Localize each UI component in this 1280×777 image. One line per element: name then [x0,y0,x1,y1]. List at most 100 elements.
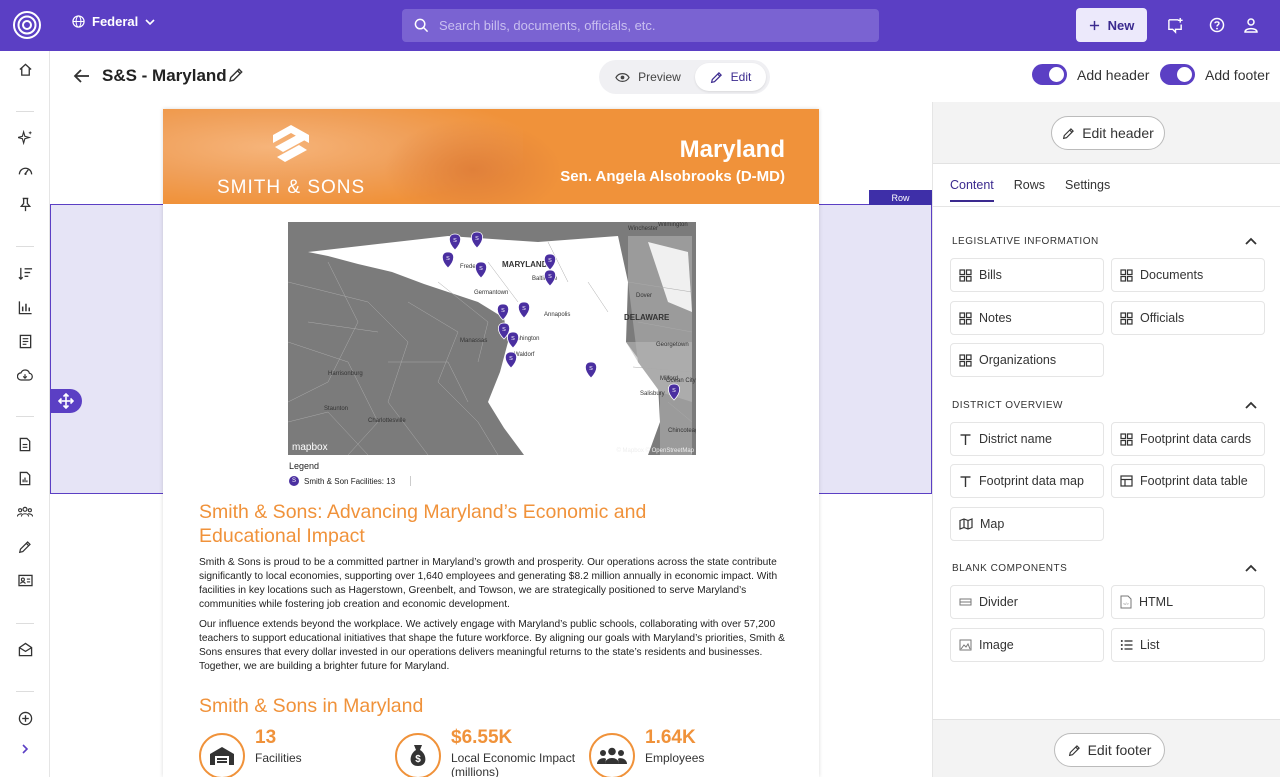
edit-header-button[interactable]: Edit header [1051,116,1165,150]
map-place-label: Waldorf [514,352,535,358]
svg-text:S: S [502,327,506,333]
map-place-label: Winchester [628,226,658,232]
file-chart-icon[interactable] [15,468,35,488]
tab-rows[interactable]: Rows [1014,178,1045,202]
component-image[interactable]: Image [950,628,1104,662]
map-place-label: Salisbury [640,391,665,397]
search-icon [414,18,429,33]
facility-pin[interactable]: S [496,303,510,321]
user-icon[interactable] [1241,15,1261,35]
pencil-icon[interactable] [15,537,35,557]
pencil-icon [710,71,722,83]
search-bar[interactable] [402,9,879,42]
section-title-blank: BLANK COMPONENTS [952,563,1068,574]
id-card-icon[interactable] [15,570,35,590]
facility-pin[interactable]: S [667,383,681,401]
image-icon [959,639,972,651]
add-footer-toggle[interactable] [1160,64,1195,85]
map-place-label: Harrisonburg [328,371,363,377]
paragraph-2: Our influence extends beyond the workpla… [199,619,785,672]
component-footprint-data-cards[interactable]: Footprint data cards [1111,422,1265,456]
edit-button[interactable]: Edit [695,63,766,91]
facility-pin[interactable]: S [470,231,484,249]
map-place-label: Dover [636,293,652,299]
row-tag[interactable]: Row [869,190,932,205]
panel-header: Edit header [933,102,1280,164]
stat-value: $6.55K [451,727,513,748]
svg-text:S: S [479,266,483,272]
component-bills[interactable]: Bills [950,258,1104,292]
facility-pin[interactable]: S [517,301,531,319]
document-list-icon[interactable] [15,331,35,351]
component-html[interactable]: </> HTML [1111,585,1265,619]
component-officials[interactable]: Officials [1111,301,1265,335]
pencil-icon [1068,744,1080,756]
chevron-up-icon[interactable] [1243,560,1259,576]
facility-pin[interactable]: S [474,261,488,279]
left-rail [0,51,50,777]
senator-name: Sen. Angela Alsobrooks (D-MD) [560,168,785,185]
add-header-toggle[interactable] [1032,64,1067,85]
people-icon[interactable] [15,502,35,522]
component-footprint-data-table[interactable]: Footprint data table [1111,464,1265,498]
globe-icon [72,15,85,28]
move-icon [58,393,74,409]
facility-pin[interactable]: S [441,251,455,269]
cloud-download-icon[interactable] [15,365,35,385]
component-documents[interactable]: Documents [1111,258,1265,292]
sort-icon[interactable] [15,263,35,283]
header-banner[interactable]: SMITH & SONS Maryland Sen. Angela Alsobr… [163,109,819,204]
map-place-label: Staunton [324,406,348,412]
component-organizations[interactable]: Organizations [950,343,1104,377]
facility-pin[interactable]: S [506,331,520,349]
edit-title-pencil-icon[interactable] [228,67,244,83]
svg-text:S: S [453,238,457,244]
facility-pin[interactable]: S [584,361,598,379]
grid-icon [959,268,972,282]
component-divider[interactable]: Divider [950,585,1104,619]
preview-button[interactable]: Preview [603,63,693,91]
add-circle-icon[interactable] [15,708,35,728]
new-button[interactable]: New [1076,8,1147,42]
component-notes[interactable]: Notes [950,301,1104,335]
home-icon[interactable] [15,59,35,79]
help-icon[interactable] [1207,15,1227,35]
facility-pin[interactable]: S [448,233,462,251]
component-footprint-data-map[interactable]: Footprint data map [950,464,1104,498]
back-arrow-icon[interactable] [72,66,92,86]
panel-tabs: Content Rows Settings [950,178,1110,202]
section-title-legislative: LEGISLATIVE INFORMATION [952,236,1099,247]
grid-icon [959,311,972,325]
chevron-right-icon[interactable] [15,739,35,759]
move-handle[interactable] [50,389,82,413]
document-page: SMITH & SONS Maryland Sen. Angela Alsobr… [163,109,819,777]
jurisdiction-selector[interactable]: Federal [72,14,155,29]
feedback-icon[interactable] [1165,15,1185,35]
tab-settings[interactable]: Settings [1065,178,1110,202]
file-icon[interactable] [15,434,35,454]
facility-pin[interactable]: S [543,269,557,287]
map-attribution[interactable]: © Mapbox © OpenStreetMap [616,448,694,454]
facilities-map[interactable]: FrederickBaltimoreGermantownAnnapolisWas… [288,222,696,455]
map-place-label: Ocean City [666,378,696,384]
jurisdiction-label: Federal [92,14,139,29]
bar-chart-icon[interactable] [15,297,35,317]
chevron-up-icon[interactable] [1243,397,1259,413]
search-input[interactable] [439,18,859,33]
map-region-label: MARYLAND [502,260,548,269]
component-map[interactable]: Map [950,507,1104,541]
component-list[interactable]: List [1111,628,1265,662]
edit-footer-button[interactable]: Edit footer [1054,733,1165,767]
dashboard-icon[interactable] [15,161,35,181]
pin-icon[interactable] [15,194,35,214]
legend-title: Legend [289,461,320,471]
tab-content[interactable]: Content [950,178,994,202]
app-logo-icon[interactable] [12,10,42,40]
facility-pin[interactable]: S [504,351,518,369]
component-district-name[interactable]: District name [950,422,1104,456]
chevron-up-icon[interactable] [1243,233,1259,249]
sparkles-icon[interactable] [15,127,35,147]
inbox-icon[interactable] [15,639,35,659]
svg-text:S: S [511,336,515,342]
warehouse-icon [199,733,245,777]
